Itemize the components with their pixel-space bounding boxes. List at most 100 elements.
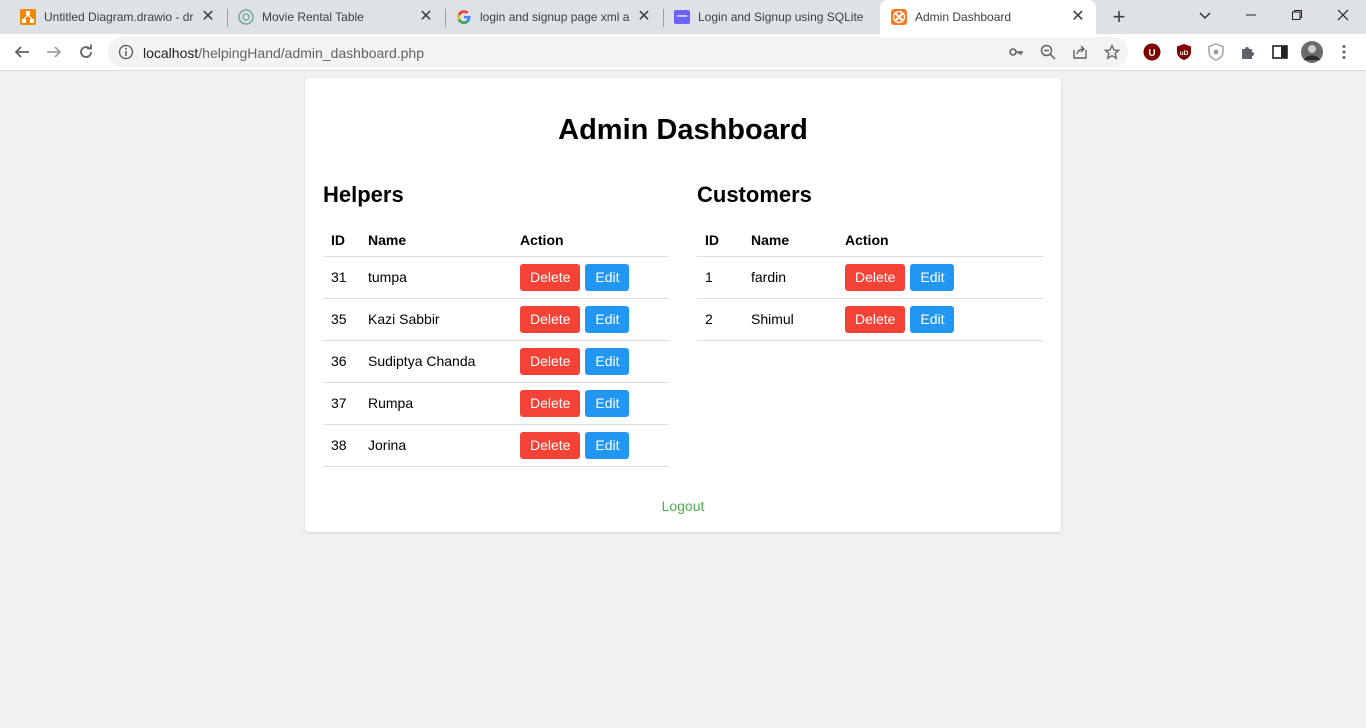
extensions-icon[interactable] [1239, 43, 1257, 61]
tab-admin-dashboard[interactable]: Admin Dashboard ✕ [880, 0, 1096, 34]
page-title: Admin Dashboard [558, 114, 808, 146]
back-button[interactable] [8, 38, 36, 66]
column-header-id: ID [697, 224, 743, 257]
edit-button[interactable]: Edit [910, 263, 955, 291]
restore-icon [1292, 10, 1302, 20]
table-row: 37 Rumpa Delete Edit [323, 382, 669, 425]
avatar[interactable] [1301, 41, 1323, 63]
delete-button[interactable]: Delete [520, 389, 581, 417]
chatgpt-icon [238, 9, 254, 25]
helper-name: tumpa [360, 256, 512, 299]
delete-button[interactable]: Delete [845, 305, 906, 333]
delete-button[interactable]: Delete [520, 305, 581, 333]
helper-actions: Delete Edit [512, 382, 669, 425]
tab-title: Untitled Diagram.drawio - dra [44, 10, 194, 24]
helper-name: Rumpa [360, 382, 512, 425]
helpers-table: ID Name Action 31 tumpa Delete Edit 35 K… [323, 224, 669, 467]
xampp-icon [891, 9, 907, 25]
edit-button[interactable]: Edit [585, 389, 630, 417]
zoom-out-icon[interactable] [1040, 44, 1056, 60]
info-icon[interactable] [118, 44, 134, 60]
close-icon[interactable]: ✕ [418, 9, 434, 25]
customers-heading: Customers [697, 182, 812, 207]
edit-button[interactable]: Edit [585, 263, 630, 291]
column-header-action: Action [512, 224, 669, 257]
delete-button[interactable]: Delete [520, 347, 581, 375]
tab-title: Admin Dashboard [915, 10, 1012, 24]
delete-button[interactable]: Delete [845, 263, 906, 291]
tab-movie-rental[interactable]: Movie Rental Table ✕ [218, 0, 444, 34]
minimize-button[interactable] [1228, 0, 1274, 30]
url-path: /helpingHand/admin_dashboard.php [198, 45, 424, 61]
table-row: 36 Sudiptya Chanda Delete Edit [323, 340, 669, 383]
forward-arrow-icon [47, 46, 62, 58]
close-icon[interactable]: ✕ [1070, 9, 1086, 25]
helper-actions: Delete Edit [512, 424, 669, 467]
back-arrow-icon [14, 46, 29, 58]
ublock-shield-icon[interactable]: uD [1175, 43, 1193, 61]
helper-id: 36 [323, 340, 360, 383]
reload-button[interactable] [72, 38, 100, 66]
customer-actions: Delete Edit [837, 298, 1043, 341]
customer-id: 2 [697, 298, 743, 341]
forward-button[interactable] [40, 38, 68, 66]
menu-icon[interactable] [1335, 43, 1353, 61]
site-icon [674, 10, 690, 24]
column-header-name: Name [360, 224, 512, 257]
customers-rows: 1 fardin Delete Edit 2 Shimul Delete Edi… [697, 256, 1043, 341]
helper-id: 37 [323, 382, 360, 425]
close-window-button[interactable] [1320, 0, 1366, 30]
tab-title: Movie Rental Table [262, 10, 364, 24]
table-header-row: ID Name Action [323, 224, 669, 257]
helper-actions: Delete Edit [512, 256, 669, 299]
drawio-icon [20, 9, 36, 25]
helper-id: 38 [323, 424, 360, 467]
tab-search-button[interactable] [1182, 0, 1228, 30]
helpers-section: Helpers ID Name Action 31 tumpa Delete E… [323, 182, 669, 467]
address-bar[interactable]: localhost/helpingHand/admin_dashboard.ph… [108, 37, 1128, 67]
customers-section: Customers ID Name Action 1 fardin Delete… [697, 182, 1043, 341]
table-row: 35 Kazi Sabbir Delete Edit [323, 298, 669, 341]
share-icon[interactable] [1072, 44, 1088, 60]
helper-name: Jorina [360, 424, 512, 467]
star-icon[interactable] [1104, 44, 1120, 60]
delete-button[interactable]: Delete [520, 263, 581, 291]
helper-name: Sudiptya Chanda [360, 340, 512, 383]
restore-button[interactable] [1274, 0, 1320, 30]
close-icon[interactable]: ✕ [200, 9, 216, 25]
edit-button[interactable]: Edit [910, 305, 955, 333]
close-icon[interactable]: ✕ [636, 9, 652, 25]
column-header-id: ID [323, 224, 360, 257]
tab-title: login and signup page xml and [480, 10, 630, 24]
delete-button[interactable]: Delete [520, 431, 581, 459]
new-tab-button[interactable]: + [1108, 6, 1130, 29]
close-icon [1337, 9, 1349, 21]
helper-id: 35 [323, 298, 360, 341]
customer-id: 1 [697, 256, 743, 299]
tab-sqlite-login[interactable]: Login and Signup using SQLite [654, 0, 880, 34]
logout-link[interactable]: Logout [305, 498, 1061, 514]
helper-id: 31 [323, 256, 360, 299]
side-panel-icon[interactable] [1271, 43, 1289, 61]
table-header-row: ID Name Action [697, 224, 1043, 257]
svg-text:uD: uD [1180, 50, 1189, 57]
chevron-down-icon [1199, 12, 1211, 19]
key-icon[interactable] [1008, 44, 1024, 60]
url-text: localhost/helpingHand/admin_dashboard.ph… [143, 45, 424, 61]
customer-name: fardin [743, 256, 837, 299]
minimize-icon [1246, 14, 1256, 16]
table-row: 2 Shimul Delete Edit [697, 298, 1043, 341]
tab-strip: Untitled Diagram.drawio - dra ✕ Movie Re… [0, 0, 1366, 34]
table-row: 31 tumpa Delete Edit [323, 256, 669, 299]
table-row: 1 fardin Delete Edit [697, 256, 1043, 299]
tab-google-search[interactable]: login and signup page xml and ✕ [436, 0, 662, 34]
dashboard-card: Admin Dashboard Helpers ID Name Action 3… [305, 78, 1061, 532]
customer-actions: Delete Edit [837, 256, 1043, 299]
edit-button[interactable]: Edit [585, 347, 630, 375]
privacy-shield-icon[interactable] [1207, 43, 1225, 61]
table-row: 38 Jorina Delete Edit [323, 424, 669, 467]
edit-button[interactable]: Edit [585, 305, 630, 333]
edit-button[interactable]: Edit [585, 431, 630, 459]
ublock-origin-icon[interactable]: U [1143, 43, 1161, 61]
tab-drawio[interactable]: Untitled Diagram.drawio - dra ✕ [0, 0, 226, 34]
